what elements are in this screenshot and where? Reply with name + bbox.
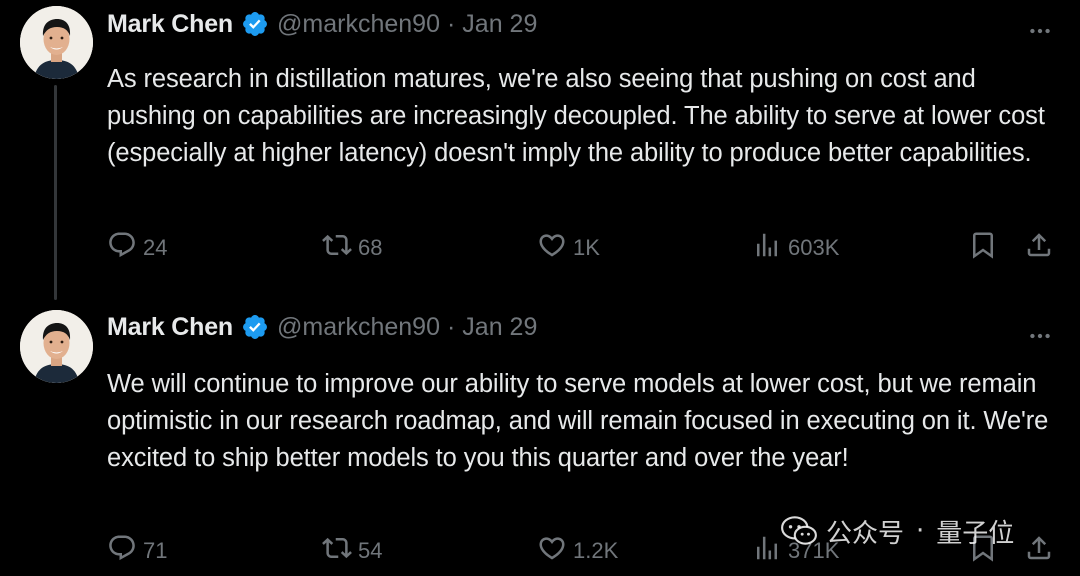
bookmark-button[interactable] [968,230,998,266]
author-handle[interactable]: @markchen90 [277,313,440,342]
repost-count: 68 [358,235,383,260]
watermark-name: 量子位 [936,518,1015,549]
like-button[interactable]: 1K [537,230,600,266]
bookmark-icon [968,230,998,266]
separator: · [446,312,456,341]
like-count: 1K [573,235,600,260]
verified-badge-icon [241,313,269,341]
like-icon [537,533,567,569]
views-icon [752,533,782,569]
like-button[interactable]: 1.2K [537,533,618,569]
views-count: 603K [788,235,840,260]
avatar[interactable] [20,6,93,79]
watermark-channel: 公众号 [826,518,905,549]
watermark-dot: · [916,516,925,546]
tweet-actions: 24 68 1K 603K [0,230,1080,266]
views-icon [752,230,782,266]
share-icon [1024,230,1054,266]
author-handle[interactable]: @markchen90 [277,10,440,39]
repost-button[interactable]: 68 [322,230,382,266]
thread-line [54,85,57,300]
separator: · [446,9,456,38]
tweet-date[interactable]: Jan 29 [462,313,537,342]
reply-count: 71 [143,538,168,563]
avatar[interactable] [20,310,93,383]
tweet-header: Mark Chen @markchen90 · Jan 29 [107,309,537,345]
like-icon [537,230,567,266]
share-button[interactable] [1024,533,1054,569]
repost-button[interactable]: 54 [322,533,382,569]
tweet-text: We will continue to improve our ability … [107,370,1049,472]
verified-badge-icon [241,10,269,38]
author-name[interactable]: Mark Chen [107,313,233,342]
repost-count: 54 [358,538,383,563]
like-count: 1.2K [573,538,619,563]
wechat-icon [780,515,818,547]
tweet-text: As research in distillation matures, we'… [107,65,1045,167]
views-button[interactable]: 603K [752,230,839,266]
share-icon [1024,533,1054,569]
reply-button[interactable]: 24 [107,230,167,266]
repost-icon [322,230,352,266]
reply-button[interactable]: 71 [107,533,167,569]
share-button[interactable] [1024,230,1054,266]
tweet-header: Mark Chen @markchen90 · Jan 29 [107,6,537,42]
author-name[interactable]: Mark Chen [107,10,233,39]
repost-icon [322,533,352,569]
more-icon[interactable] [1025,321,1055,351]
tweet[interactable]: Mark Chen @markchen90 · Jan 29 As resear… [0,0,1080,303]
reply-icon [107,230,137,266]
reply-count: 24 [143,235,168,260]
tweet-date[interactable]: Jan 29 [462,10,537,39]
watermark: 公众号 · 量子位 [780,511,1014,551]
more-icon[interactable] [1025,16,1055,46]
reply-icon [107,533,137,569]
